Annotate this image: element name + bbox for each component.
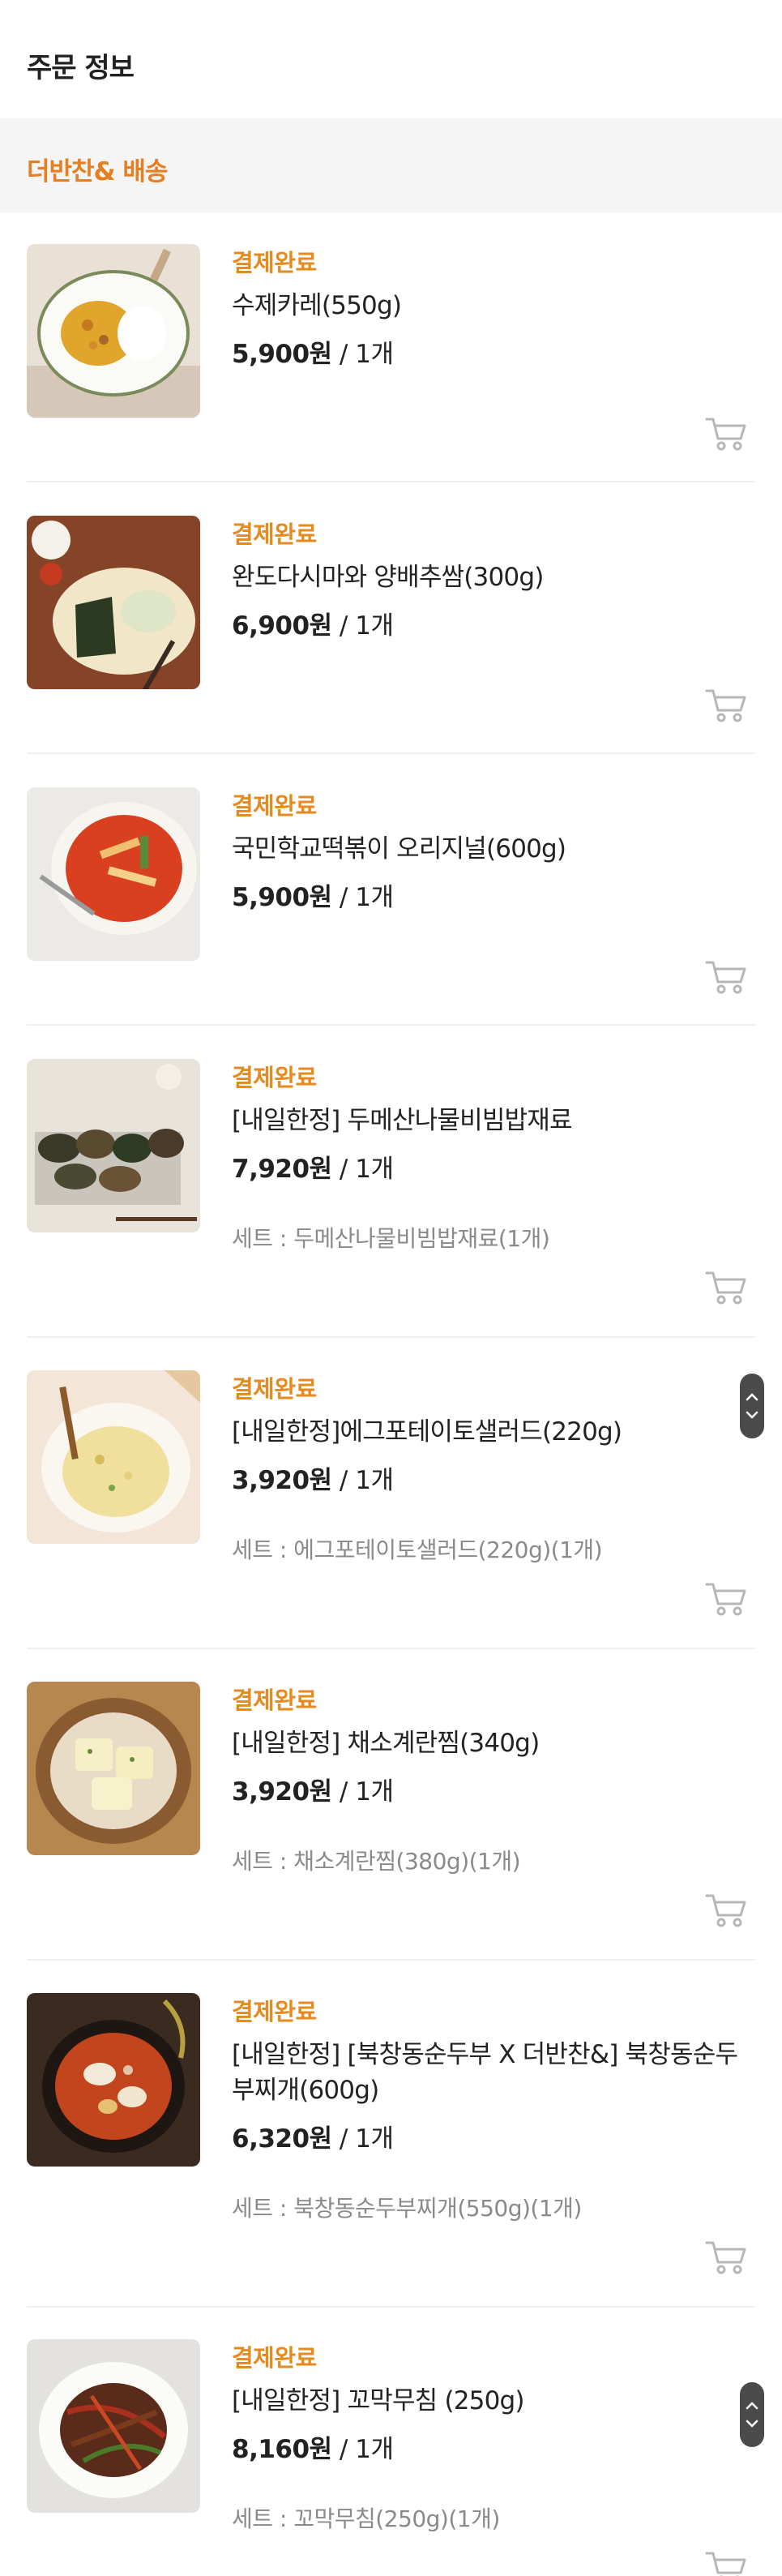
divider (27, 2306, 755, 2308)
product-name[interactable]: [내일한정] 두메산나물비빔밥재료 (232, 1103, 750, 1138)
order-status: 결제완료 (232, 1687, 317, 1714)
product-price: 3,920원 / 1개 (232, 1466, 394, 1495)
product-name[interactable]: [내일한정] [북창동순두부 X 더반찬&] 북창동순두부찌개(600g) (232, 2037, 750, 2108)
divider (27, 481, 755, 482)
list-item[interactable]: 결제완료 [내일한정] 꼬막무침 (250g) 8,160원 / 1개 세트 :… (0, 2339, 782, 2576)
order-status: 결제완료 (232, 2344, 317, 2372)
section-title: 더반찬& 배송 (27, 157, 168, 186)
set-info: 세트 : 북창동순두부찌개(550g)(1개) (232, 2195, 582, 2222)
divider (27, 1024, 755, 1026)
cart-icon[interactable] (705, 2240, 747, 2275)
product-name[interactable]: [내일한정] 꼬막무침 (250g) (232, 2383, 750, 2419)
page-title: 주문 정보 (27, 52, 135, 84)
cart-icon[interactable] (705, 416, 747, 452)
cart-icon[interactable] (705, 1270, 747, 1305)
cart-icon[interactable] (705, 1581, 747, 1617)
product-price: 5,900원 / 1개 (232, 883, 394, 912)
product-thumbnail[interactable] (27, 2339, 200, 2513)
product-thumbnail[interactable] (27, 1682, 200, 1855)
order-status: 결제완료 (232, 1375, 317, 1403)
cart-icon[interactable] (705, 1892, 747, 1928)
list-item[interactable]: 결제완료 수제카레(550g) 5,900원 / 1개 (0, 244, 782, 482)
product-thumbnail[interactable] (27, 1059, 200, 1232)
set-info: 세트 : 두메산나물비빔밥재료(1개) (232, 1225, 550, 1252)
set-info: 세트 : 채소계란찜(380g)(1개) (232, 1848, 521, 1875)
list-item[interactable]: 결제완료 [내일한정] [북창동순두부 X 더반찬&] 북창동순두부찌개(600… (0, 1993, 782, 2308)
product-thumbnail[interactable] (27, 244, 200, 418)
scroll-handle-icon[interactable] (740, 1374, 764, 1438)
section-header: 더반찬& 배송 (0, 118, 782, 212)
product-price: 7,920원 / 1개 (232, 1155, 394, 1184)
list-item[interactable]: 결제완료 [내일한정] 채소계란찜(340g) 3,920원 / 1개 세트 :… (0, 1682, 782, 1961)
order-status: 결제완료 (232, 792, 317, 820)
divider (27, 752, 755, 754)
product-price: 5,900원 / 1개 (232, 340, 394, 369)
set-info: 세트 : 에그포테이토샐러드(220g)(1개) (232, 1537, 603, 1563)
order-status: 결제완료 (232, 1998, 317, 2025)
order-status: 결제완료 (232, 1064, 317, 1091)
list-item[interactable]: 결제완료 완도다시마와 양배추쌈(300g) 6,900원 / 1개 (0, 516, 782, 754)
order-status: 결제완료 (232, 521, 317, 548)
cart-icon[interactable] (705, 688, 747, 723)
list-item[interactable]: 결제완료 [내일한정]에그포테이토샐러드(220g) 3,920원 / 1개 세… (0, 1370, 782, 1649)
product-thumbnail[interactable] (27, 516, 200, 689)
list-item[interactable]: 결제완료 [내일한정] 두메산나물비빔밥재료 7,920원 / 1개 세트 : … (0, 1059, 782, 1338)
product-name[interactable]: [내일한정] 채소계란찜(340g) (232, 1725, 750, 1761)
product-price: 3,920원 / 1개 (232, 1777, 394, 1807)
divider (27, 1648, 755, 1649)
product-thumbnail[interactable] (27, 1370, 200, 1544)
product-name[interactable]: [내일한정]에그포테이토샐러드(220g) (232, 1414, 750, 1450)
divider (27, 1959, 755, 1961)
product-name[interactable]: 수제카레(550g) (232, 288, 750, 324)
product-thumbnail[interactable] (27, 787, 200, 961)
cart-icon[interactable] (705, 959, 747, 995)
product-name[interactable]: 국민학교떡볶이 오리지널(600g) (232, 831, 750, 867)
product-price: 8,160원 / 1개 (232, 2435, 394, 2464)
order-status: 결제완료 (232, 249, 317, 276)
set-info: 세트 : 꼬막무침(250g)(1개) (232, 2505, 500, 2532)
divider (27, 1336, 755, 1338)
product-price: 6,320원 / 1개 (232, 2124, 394, 2154)
product-price: 6,900원 / 1개 (232, 611, 394, 641)
product-thumbnail[interactable] (27, 1993, 200, 2167)
scroll-handle-icon[interactable] (740, 2382, 764, 2447)
cart-icon[interactable] (705, 2550, 747, 2576)
list-item[interactable]: 결제완료 국민학교떡볶이 오리지널(600g) 5,900원 / 1개 (0, 787, 782, 1026)
product-name[interactable]: 완도다시마와 양배추쌈(300g) (232, 559, 750, 595)
